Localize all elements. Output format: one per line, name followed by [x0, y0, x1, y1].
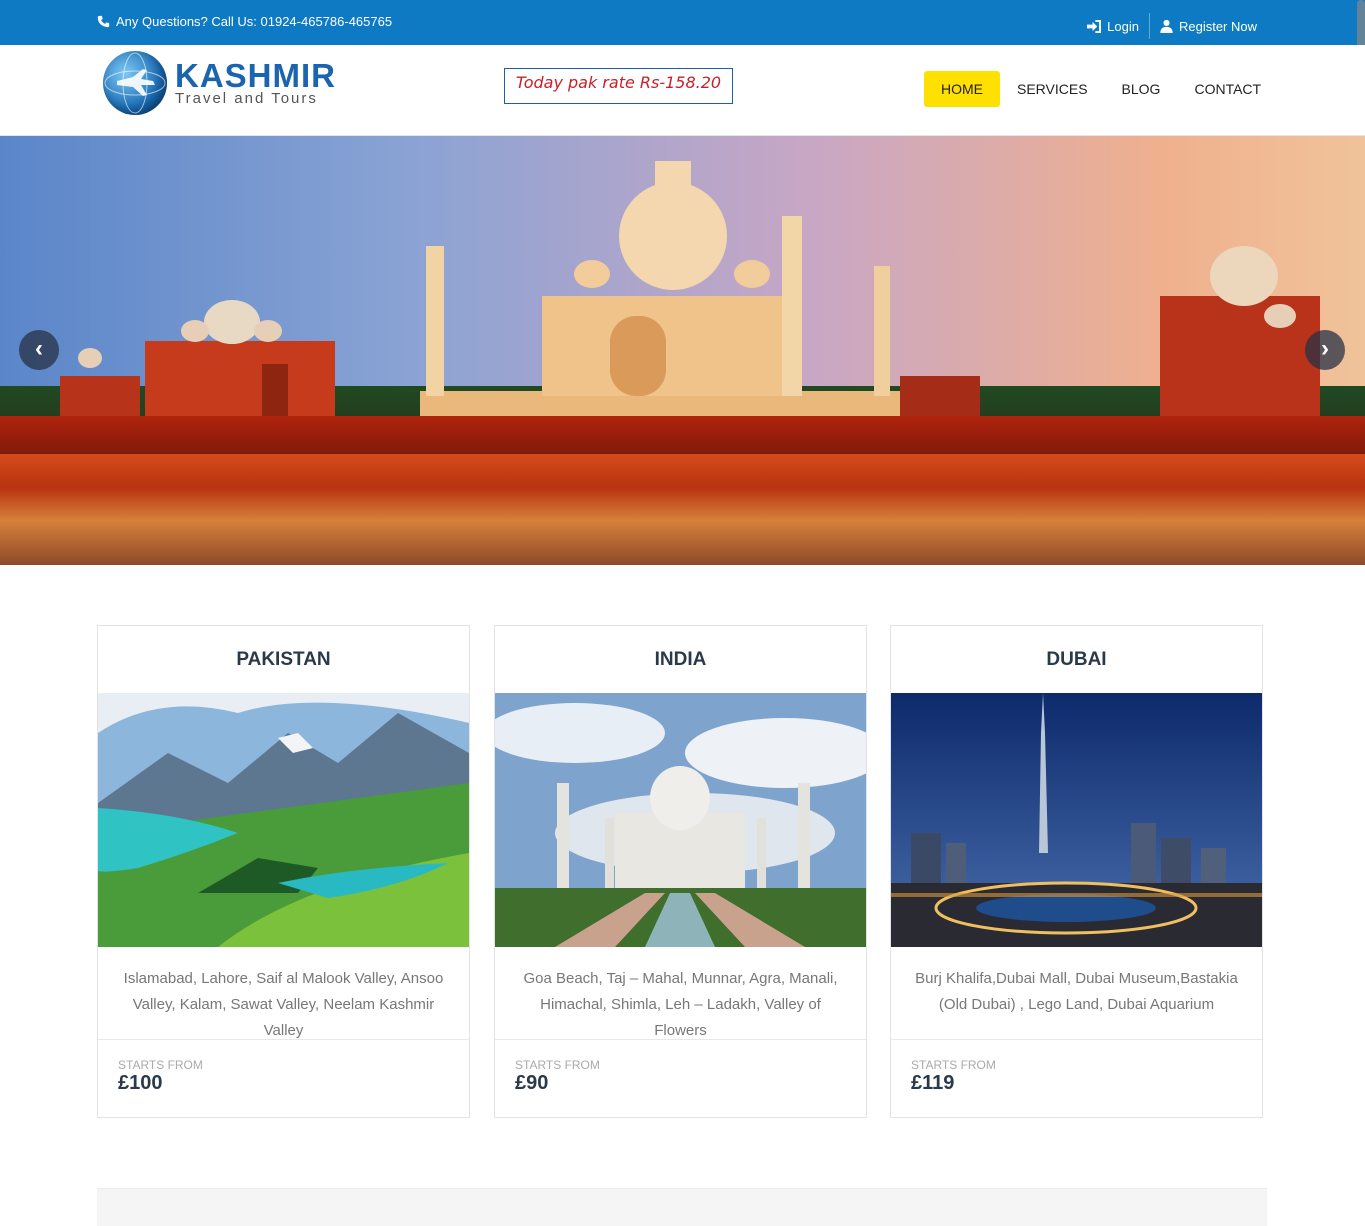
starts-from-label: STARTS FROM	[911, 1058, 996, 1072]
exchange-rate-box: Today pak rate Rs-158.20	[504, 68, 733, 104]
login-label: Login	[1107, 18, 1139, 34]
register-link[interactable]: Register Now	[1160, 19, 1257, 34]
site-header: KASHMIR Travel and Tours Today pak rate …	[0, 45, 1365, 136]
card-title[interactable]: DUBAI	[891, 626, 1262, 694]
slider-next-button[interactable]: ›	[1305, 330, 1345, 370]
login-link[interactable]: Login	[1086, 19, 1139, 34]
nav-contact[interactable]: CONTACT	[1177, 71, 1278, 107]
register-label: Register Now	[1178, 18, 1257, 34]
card-price: £119	[911, 1072, 955, 1094]
destination-card-pakistan[interactable]: PAKISTAN Islamabad, Lahore, Saif al Malo…	[97, 625, 470, 1118]
card-price: £90	[515, 1072, 549, 1094]
phone-icon	[97, 15, 110, 28]
globe-icon	[103, 51, 167, 115]
card-image-pakistan[interactable]	[98, 693, 469, 947]
contact-phone: Any Questions? Call Us: 01924-465786-465…	[97, 14, 392, 29]
hero-wall	[0, 416, 1365, 456]
login-icon	[1087, 19, 1102, 33]
nav-services[interactable]: SERVICES	[1000, 71, 1105, 107]
card-description: Islamabad, Lahore, Saif al Malook Valley…	[123, 970, 444, 1039]
phone-text: Any Questions? Call Us: 01924-465786-465…	[116, 14, 393, 29]
starts-from-label: STARTS FROM	[515, 1058, 600, 1072]
destination-card-dubai[interactable]: DUBAI Burj Khalifa,Dubai Mall, Dubai Mus…	[890, 625, 1263, 1118]
starts-from-label: STARTS FROM	[118, 1058, 203, 1072]
chevron-right-icon: ›	[1321, 335, 1329, 362]
top-bar: Any Questions? Call Us: 01924-465786-465…	[0, 0, 1365, 45]
divider	[1148, 13, 1150, 39]
card-divider	[495, 1039, 866, 1040]
chevron-left-icon: ‹	[35, 335, 43, 362]
card-divider	[98, 1039, 469, 1040]
hero-slider: ‹ ›	[0, 136, 1365, 565]
account-links: Login Register Now	[1086, 13, 1257, 39]
user-icon	[1160, 19, 1173, 33]
logo-title: KASHMIR	[175, 57, 336, 94]
destination-card-india[interactable]: INDIA Goa Beach, Taj – Mahal, Munnar, Ag…	[494, 625, 867, 1118]
hero-water-reflection	[0, 454, 1365, 565]
nav-home[interactable]: HOME	[924, 71, 1000, 107]
card-image-dubai[interactable]	[891, 693, 1262, 947]
card-description: Goa Beach, Taj – Mahal, Munnar, Agra, Ma…	[523, 970, 838, 1039]
card-title[interactable]: PAKISTAN	[98, 626, 469, 694]
card-image-india[interactable]	[495, 693, 866, 947]
destination-cards: PAKISTAN Islamabad, Lahore, Saif al Malo…	[97, 625, 1263, 1118]
card-divider	[891, 1039, 1262, 1040]
card-price: £100	[118, 1072, 163, 1094]
card-title[interactable]: INDIA	[495, 626, 866, 694]
logo-subtitle: Travel and Tours	[175, 90, 318, 107]
site-logo[interactable]: KASHMIR Travel and Tours	[103, 51, 336, 115]
main-nav: HOME SERVICES BLOG CONTACT	[924, 71, 1278, 107]
next-section-strip	[97, 1188, 1267, 1226]
card-description: Burj Khalifa,Dubai Mall, Dubai Museum,Ba…	[915, 970, 1238, 1013]
slider-prev-button[interactable]: ‹	[19, 330, 59, 370]
nav-blog[interactable]: BLOG	[1105, 71, 1178, 107]
